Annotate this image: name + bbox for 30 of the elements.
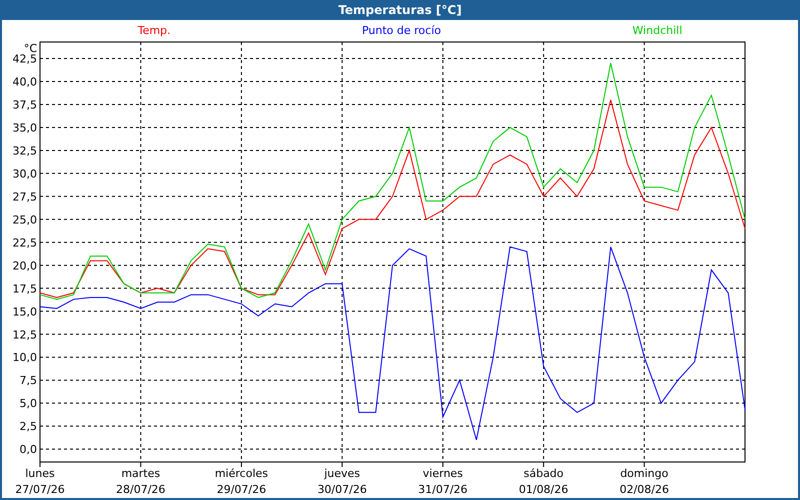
- y-tick-label: 37,5: [12, 98, 37, 112]
- y-tick-label: 7,5: [20, 374, 37, 388]
- x-tick-label: lunes 27/07/26: [15, 467, 65, 496]
- y-tick-label: 2,5: [20, 420, 37, 434]
- legend-label: Punto de rocío: [362, 24, 441, 36]
- x-tick-label: jueves 30/07/26: [317, 467, 367, 496]
- y-tick-label: 35,0: [12, 121, 37, 134]
- x-tick-label: martes 28/07/26: [116, 467, 166, 496]
- y-tick-label: 32,5: [12, 144, 37, 158]
- y-tick-label: 15,0: [12, 305, 37, 318]
- window-title: Temperaturas [°C]: [2, 0, 798, 20]
- y-tick-label: 27,5: [12, 190, 37, 204]
- y-tick-label: 12,5: [12, 328, 37, 342]
- x-tick-label: sábado 01/08/26: [518, 467, 568, 496]
- y-tick-label: 17,5: [12, 282, 37, 296]
- legend-label: Temp.: [138, 24, 171, 36]
- y-axis-unit: °C: [24, 42, 37, 55]
- y-tick-label: 0,0: [20, 443, 37, 456]
- x-tick-label: viernes 31/07/26: [418, 467, 468, 496]
- x-tick-label: miércoles 29/07/26: [214, 467, 268, 496]
- y-tick-label: 10,0: [12, 351, 37, 364]
- y-tick-label: 20,0: [12, 259, 37, 272]
- y-tick-label: 22,5: [12, 236, 37, 250]
- x-tick-label: domingo 02/08/26: [620, 467, 669, 496]
- y-tick-label: 30,0: [12, 167, 37, 180]
- y-tick-label: 25,0: [12, 213, 37, 226]
- y-tick-label: 5,0: [20, 397, 37, 410]
- y-tick-label: 42,5: [12, 52, 37, 66]
- legend-label: Windchill: [632, 24, 682, 36]
- y-tick-label: 40,0: [12, 76, 37, 89]
